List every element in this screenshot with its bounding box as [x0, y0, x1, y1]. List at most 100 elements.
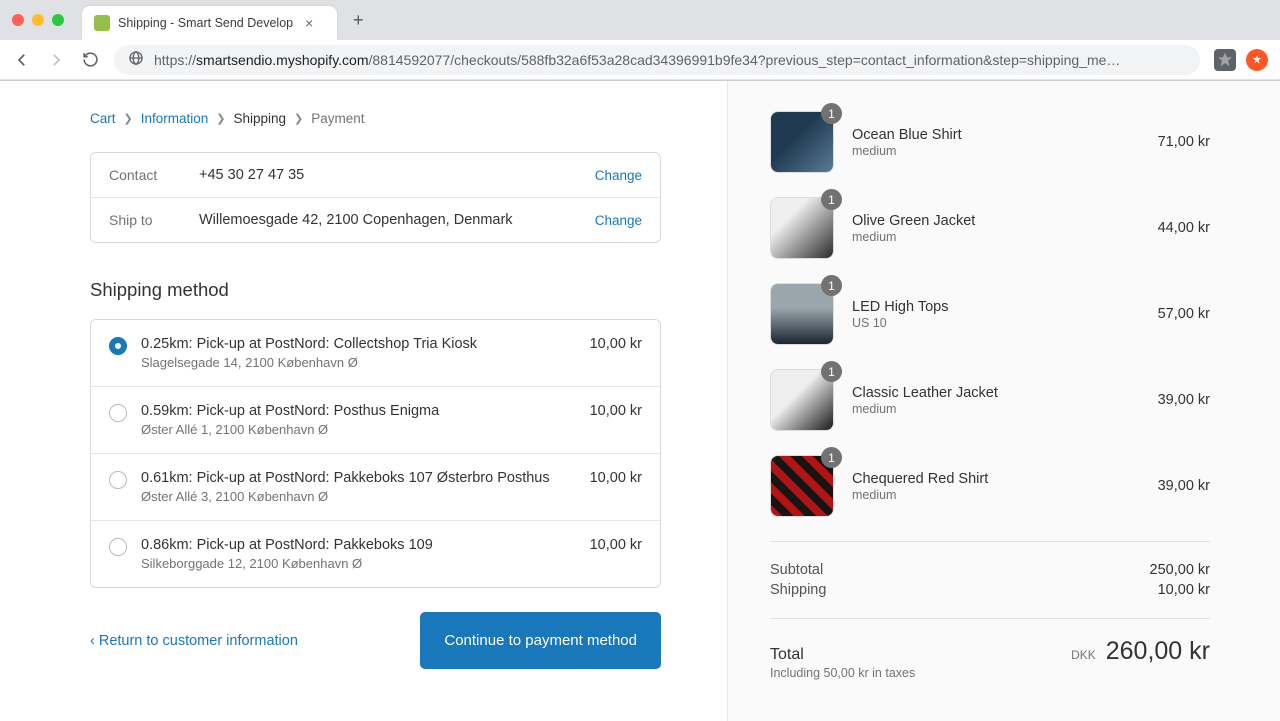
profile-icon[interactable]	[1214, 49, 1236, 71]
product-name: Olive Green Jacket	[852, 213, 1140, 229]
product-thumbnail: 1	[770, 455, 834, 517]
breadcrumb-information[interactable]: Information	[141, 111, 209, 126]
product-price: 39,00 kr	[1158, 392, 1210, 408]
return-link[interactable]: ‹ Return to customer information	[90, 633, 298, 649]
product-thumbnail: 1	[770, 197, 834, 259]
product-variant: medium	[852, 230, 1140, 244]
contact-value: +45 30 27 47 35	[199, 167, 577, 183]
shipping-label: Shipping	[770, 582, 826, 598]
shipping-option-title: 0.86km: Pick-up at PostNord: Pakkeboks 1…	[141, 537, 576, 553]
breadcrumb-cart[interactable]: Cart	[90, 111, 116, 126]
review-contact-row: Contact +45 30 27 47 35 Change	[91, 153, 660, 197]
shipping-option-address: Øster Allé 1, 2100 København Ø	[141, 422, 576, 437]
shipping-options: 0.25km: Pick-up at PostNord: Collectshop…	[90, 319, 661, 588]
chevron-right-icon: ❯	[294, 112, 303, 125]
breadcrumb-shipping: Shipping	[234, 111, 287, 126]
radio-icon[interactable]	[109, 337, 127, 355]
shipping-option-title: 0.61km: Pick-up at PostNord: Pakkeboks 1…	[141, 470, 576, 486]
address-bar[interactable]: https://smartsendio.myshopify.com/881459…	[114, 45, 1200, 75]
checkout-main: Cart ❯ Information ❯ Shipping ❯ Payment …	[0, 81, 728, 721]
product-name: LED High Tops	[852, 299, 1140, 315]
cart-item: 1 Classic Leather Jacket medium 39,00 kr	[770, 369, 1210, 431]
url-scheme: https://	[154, 52, 196, 68]
product-variant: US 10	[852, 316, 1140, 330]
tab-title: Shipping - Smart Send Develop	[118, 16, 293, 30]
new-tab-button[interactable]: +	[345, 10, 372, 31]
quantity-badge: 1	[821, 189, 842, 210]
change-shipto-link[interactable]: Change	[595, 213, 642, 228]
shipto-value: Willemoesgade 42, 2100 Copenhagen, Denma…	[199, 212, 577, 228]
subtotal-label: Subtotal	[770, 562, 823, 578]
shipping-option-price: 10,00 kr	[590, 470, 642, 486]
reload-button[interactable]	[80, 51, 100, 68]
url-path: /8814592077/checkouts/588fb32a6f53a28cad…	[369, 52, 1121, 68]
review-shipto-row: Ship to Willemoesgade 42, 2100 Copenhage…	[91, 197, 660, 242]
cart-item: 1 LED High Tops US 10 57,00 kr	[770, 283, 1210, 345]
close-window-icon[interactable]	[12, 14, 24, 26]
back-button[interactable]	[12, 51, 32, 69]
product-name: Ocean Blue Shirt	[852, 127, 1140, 143]
total-label: Total	[770, 646, 915, 664]
site-info-icon[interactable]	[128, 50, 144, 69]
product-thumbnail: 1	[770, 369, 834, 431]
radio-icon[interactable]	[109, 538, 127, 556]
shipping-option[interactable]: 0.61km: Pick-up at PostNord: Pakkeboks 1…	[91, 453, 660, 520]
quantity-badge: 1	[821, 275, 842, 296]
shipping-method-heading: Shipping method	[90, 279, 661, 301]
shipping-option[interactable]: 0.59km: Pick-up at PostNord: Posthus Eni…	[91, 386, 660, 453]
quantity-badge: 1	[821, 103, 842, 124]
product-price: 39,00 kr	[1158, 478, 1210, 494]
radio-icon[interactable]	[109, 404, 127, 422]
change-contact-link[interactable]: Change	[595, 168, 642, 183]
product-thumbnail: 1	[770, 283, 834, 345]
product-price: 44,00 kr	[1158, 220, 1210, 236]
product-variant: medium	[852, 488, 1140, 502]
contact-label: Contact	[109, 167, 181, 183]
product-price: 71,00 kr	[1158, 134, 1210, 150]
product-thumbnail: 1	[770, 111, 834, 173]
order-summary: 1 Ocean Blue Shirt medium 71,00 kr 1 Oli…	[728, 81, 1280, 721]
titlebar: Shipping - Smart Send Develop × +	[0, 0, 1280, 40]
shipping-option-price: 10,00 kr	[590, 537, 642, 553]
shipping-option[interactable]: 0.25km: Pick-up at PostNord: Collectshop…	[91, 320, 660, 386]
tax-note: Including 50,00 kr in taxes	[770, 666, 915, 680]
shipping-option-title: 0.59km: Pick-up at PostNord: Posthus Eni…	[141, 403, 576, 419]
window-controls	[12, 14, 64, 26]
shipping-option-address: Øster Allé 3, 2100 København Ø	[141, 489, 576, 504]
favicon-icon	[94, 15, 110, 31]
shipto-label: Ship to	[109, 212, 181, 228]
total-currency: DKK	[1071, 648, 1096, 662]
cart-item: 1 Chequered Red Shirt medium 39,00 kr	[770, 455, 1210, 517]
browser-tab[interactable]: Shipping - Smart Send Develop ×	[82, 6, 337, 40]
shipping-option-address: Slagelsegade 14, 2100 København Ø	[141, 355, 576, 370]
extension-icon[interactable]	[1246, 49, 1268, 71]
shipping-value: 10,00 kr	[1158, 582, 1210, 598]
browser-toolbar: https://smartsendio.myshopify.com/881459…	[0, 40, 1280, 80]
product-variant: medium	[852, 402, 1140, 416]
product-variant: medium	[852, 144, 1140, 158]
cart-item: 1 Olive Green Jacket medium 44,00 kr	[770, 197, 1210, 259]
chevron-right-icon: ❯	[216, 112, 225, 125]
quantity-badge: 1	[821, 361, 842, 382]
shipping-option-title: 0.25km: Pick-up at PostNord: Collectshop…	[141, 336, 576, 352]
close-tab-icon[interactable]: ×	[305, 15, 313, 31]
return-link-label: Return to customer information	[99, 633, 298, 649]
chevron-left-icon: ‹	[90, 633, 95, 649]
product-price: 57,00 kr	[1158, 306, 1210, 322]
minimize-window-icon[interactable]	[32, 14, 44, 26]
url-domain: smartsendio.myshopify.com	[196, 52, 368, 68]
shipping-option-address: Silkeborggade 12, 2100 København Ø	[141, 556, 576, 571]
continue-button[interactable]: Continue to payment method	[420, 612, 661, 669]
shipping-option-price: 10,00 kr	[590, 403, 642, 419]
shipping-option-price: 10,00 kr	[590, 336, 642, 352]
forward-button[interactable]	[46, 51, 66, 69]
total-amount: 260,00 kr	[1106, 637, 1210, 666]
radio-icon[interactable]	[109, 471, 127, 489]
review-box: Contact +45 30 27 47 35 Change Ship to W…	[90, 152, 661, 243]
maximize-window-icon[interactable]	[52, 14, 64, 26]
quantity-badge: 1	[821, 447, 842, 468]
shipping-option[interactable]: 0.86km: Pick-up at PostNord: Pakkeboks 1…	[91, 520, 660, 587]
product-name: Classic Leather Jacket	[852, 385, 1140, 401]
chevron-right-icon: ❯	[124, 112, 133, 125]
breadcrumb-payment: Payment	[311, 111, 364, 126]
